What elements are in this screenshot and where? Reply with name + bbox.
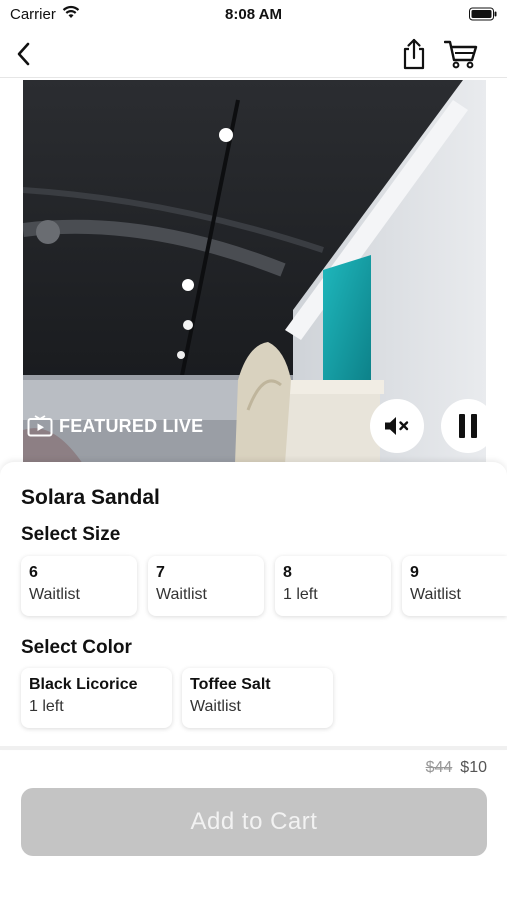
back-button[interactable] — [6, 36, 42, 72]
price-row: $44 $10 — [426, 759, 487, 777]
color-name: Toffee Salt — [190, 676, 271, 693]
cart-button[interactable] — [443, 36, 479, 72]
pause-button[interactable] — [441, 399, 495, 453]
divider — [0, 746, 507, 750]
color-status: Waitlist — [190, 698, 241, 715]
mute-button[interactable] — [370, 399, 424, 453]
original-price: $44 — [425, 759, 453, 776]
size-status: Waitlist — [410, 586, 461, 603]
size-status: Waitlist — [156, 586, 207, 603]
tv-play-icon — [27, 415, 53, 437]
size-option-6[interactable]: 6 Waitlist — [21, 556, 137, 616]
select-size-label: Select Size — [21, 524, 121, 545]
color-option-toffee-salt[interactable]: Toffee Salt Waitlist — [182, 668, 333, 728]
carrier-label: Carrier — [10, 5, 56, 23]
product-sheet: Solara Sandal Select Size 6 Waitlist 7 W… — [0, 462, 507, 748]
battery-icon — [469, 7, 497, 21]
size-value: 8 — [283, 564, 292, 581]
size-option-9[interactable]: 9 Waitlist — [402, 556, 507, 616]
product-title: Solara Sandal — [21, 486, 160, 509]
cart-icon — [444, 40, 478, 69]
size-option-7[interactable]: 7 Waitlist — [148, 556, 264, 616]
size-value: 6 — [29, 564, 38, 581]
add-to-cart-button[interactable]: Add to Cart — [21, 788, 487, 856]
wifi-icon — [62, 5, 80, 23]
color-option-black-licorice[interactable]: Black Licorice 1 left — [21, 668, 172, 728]
status-bar: Carrier 8:08 AM — [0, 0, 507, 28]
size-value: 9 — [410, 564, 419, 581]
share-icon — [403, 38, 425, 70]
sale-price: $10 — [460, 759, 487, 776]
featured-live-badge: FEATURED LIVE — [27, 415, 203, 437]
size-status: Waitlist — [29, 586, 80, 603]
size-value: 7 — [156, 564, 165, 581]
back-chevron-icon — [17, 42, 30, 66]
nav-bar — [0, 28, 507, 78]
color-status: 1 left — [29, 698, 64, 715]
share-button[interactable] — [396, 36, 432, 72]
featured-live-label: FEATURED LIVE — [59, 415, 204, 436]
size-option-8[interactable]: 8 1 left — [275, 556, 391, 616]
pause-icon — [459, 414, 477, 438]
color-name: Black Licorice — [29, 676, 138, 693]
select-color-label: Select Color — [21, 637, 132, 658]
mute-icon — [385, 417, 409, 435]
size-status: 1 left — [283, 586, 318, 603]
status-left: Carrier — [10, 5, 80, 23]
